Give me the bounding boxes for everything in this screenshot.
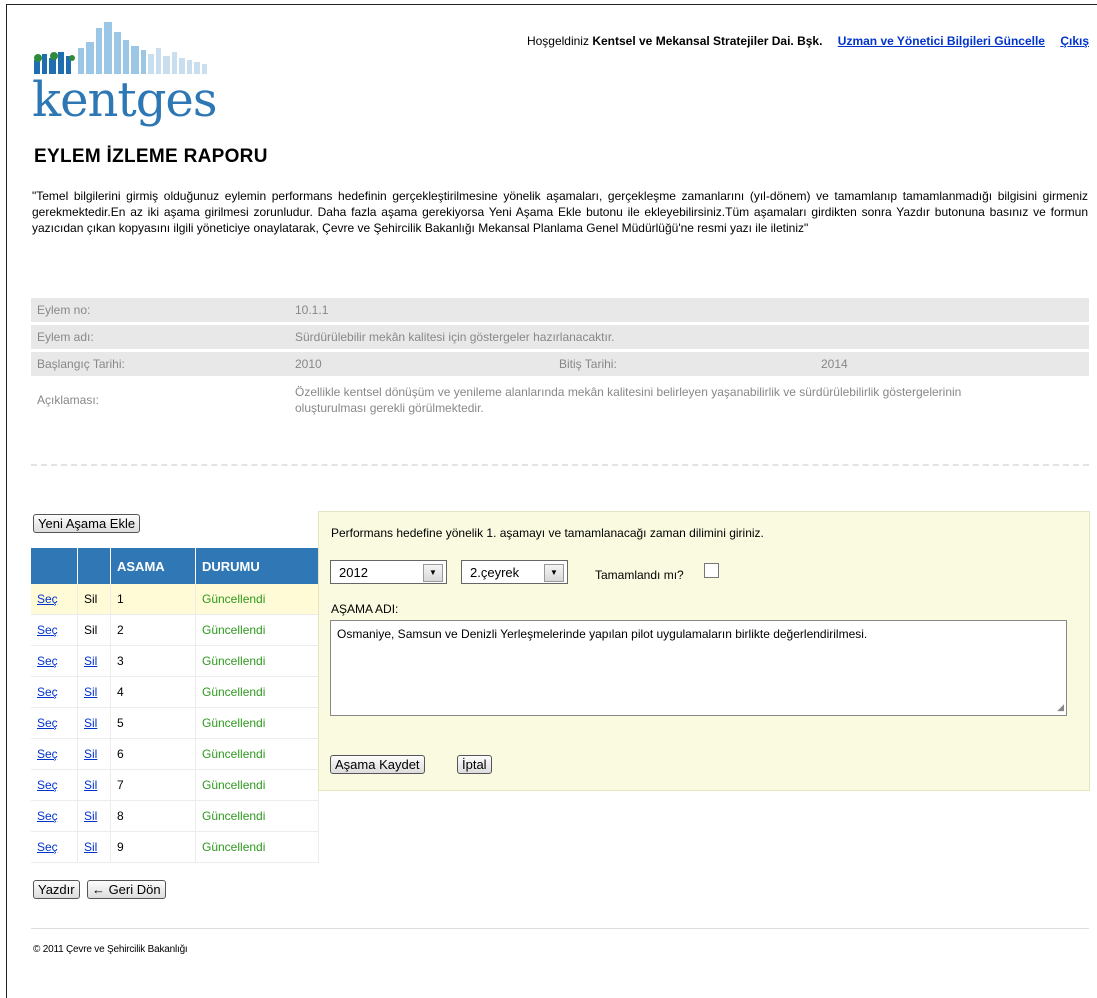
stage-number: 4 <box>110 676 196 708</box>
chevron-down-icon: ▼ <box>544 564 564 582</box>
user-name: Kentsel ve Mekansal Stratejiler Dai. Bşk… <box>592 34 823 48</box>
stage-number: 2 <box>110 614 196 646</box>
stage-number: 9 <box>110 831 196 863</box>
action-name-value: Sürdürülebilir mekân kalitesi için göste… <box>289 325 1089 349</box>
cancel-button[interactable]: İptal <box>457 755 492 774</box>
action-name-label: Eylem adı: <box>31 325 289 349</box>
delete-stage-link[interactable]: Sil <box>84 809 97 823</box>
stage-name-text: Osmaniye, Samsun ve Denizli Yerleşmeleri… <box>337 627 868 641</box>
stage-status: Güncellendi <box>195 800 319 832</box>
add-stage-button[interactable]: Yeni Aşama Ekle <box>33 514 141 533</box>
table-row: Seç Sil 8 Güncellendi <box>31 800 319 832</box>
select-stage-link[interactable]: Seç <box>37 809 58 823</box>
logo-text: kentges <box>32 72 217 128</box>
stage-form-panel: Performans hedefine yönelik 1. aşamayı v… <box>318 511 1090 791</box>
completed-checkbox[interactable] <box>704 563 719 578</box>
stage-number: 5 <box>110 707 196 739</box>
stage-status: Güncellendi <box>195 707 319 739</box>
select-stage-link[interactable]: Seç <box>37 592 58 606</box>
logout-link[interactable]: Çıkış <box>1060 34 1089 48</box>
stage-status: Güncellendi <box>195 769 319 801</box>
delete-stage-link[interactable]: Sil <box>84 685 97 699</box>
back-button[interactable]: ← Geri Dön <box>86 880 166 899</box>
end-date-value: 2014 <box>815 352 1089 376</box>
delete-stage-link[interactable]: Sil <box>84 840 97 854</box>
delete-stage-link[interactable]: Sil <box>84 654 97 668</box>
col-select <box>31 548 78 584</box>
header-bar: Hoşgeldiniz Kentsel ve Mekansal Strateji… <box>527 34 1089 48</box>
select-stage-link[interactable]: Seç <box>37 654 58 668</box>
year-select-value: 2012 <box>339 565 368 580</box>
form-hint: Performans hedefine yönelik 1. aşamayı v… <box>331 526 764 540</box>
stage-number: 8 <box>110 800 196 832</box>
stage-status: Güncellendi <box>195 584 319 615</box>
table-row: Seç Sil 1 Güncellendi <box>31 584 319 615</box>
chevron-down-icon: ▼ <box>423 564 443 582</box>
stage-number: 1 <box>110 584 196 615</box>
stage-name-label: AŞAMA ADI: <box>331 602 399 616</box>
delete-stage-link[interactable]: Sil <box>84 716 97 730</box>
select-stage-link[interactable]: Seç <box>37 623 58 637</box>
stage-status: Güncellendi <box>195 614 319 646</box>
footer-copyright: © 2011 Çevre ve Şehircilik Bakanlığı <box>33 944 188 955</box>
quarter-select[interactable]: 2.çeyrek ▼ <box>461 560 568 584</box>
stage-number: 3 <box>110 645 196 677</box>
description-value: Özellikle kentsel dönüşüm ve yenileme al… <box>295 385 962 415</box>
save-stage-button[interactable]: Aşama Kaydet <box>330 755 425 774</box>
table-row: Seç Sil 7 Güncellendi <box>31 769 319 801</box>
resize-handle-icon[interactable]: ◢ <box>1057 702 1064 713</box>
action-info-table: Eylem no: 10.1.1 Eylem adı: Sürdürülebil… <box>31 295 1089 424</box>
stage-name-textarea[interactable]: Osmaniye, Samsun ve Denizli Yerleşmeleri… <box>330 620 1067 716</box>
delete-stage-link[interactable]: Sil <box>84 747 97 761</box>
stage-status: Güncellendi <box>195 738 319 770</box>
select-stage-link[interactable]: Seç <box>37 685 58 699</box>
table-row: Seç Sil 6 Güncellendi <box>31 738 319 770</box>
col-stage-header: ASAMA <box>110 548 196 584</box>
completed-label: Tamamlandı mı? <box>595 568 684 582</box>
select-stage-link[interactable]: Seç <box>37 716 58 730</box>
table-row: Seç Sil 2 Güncellendi <box>31 614 319 646</box>
col-status-header: DURUMU <box>195 548 319 584</box>
table-row: Seç Sil 9 Güncellendi <box>31 831 319 863</box>
quarter-select-value: 2.çeyrek <box>470 565 520 580</box>
stage-status: Güncellendi <box>195 676 319 708</box>
stage-number: 6 <box>110 738 196 770</box>
start-date-value: 2010 <box>289 352 553 376</box>
select-stage-link[interactable]: Seç <box>37 778 58 792</box>
start-date-label: Başlangıç Tarihi: <box>31 352 289 376</box>
page-title: EYLEM İZLEME RAPORU <box>34 146 268 167</box>
stage-status: Güncellendi <box>195 645 319 677</box>
update-profile-link[interactable]: Uzman ve Yönetici Bilgileri Güncelle <box>838 34 1045 48</box>
table-row: Seç Sil 5 Güncellendi <box>31 707 319 739</box>
delete-stage-disabled: Sil <box>84 592 98 606</box>
year-select[interactable]: 2012 ▼ <box>330 560 447 584</box>
bottom-actions: Yazdır ← Geri Dön <box>33 880 170 899</box>
select-stage-link[interactable]: Seç <box>37 747 58 761</box>
stage-number: 7 <box>110 769 196 801</box>
divider <box>31 464 1089 466</box>
table-row: Seç Sil 3 Güncellendi <box>31 645 319 677</box>
action-no-value: 10.1.1 <box>289 298 1089 322</box>
delete-stage-link[interactable]: Sil <box>84 778 97 792</box>
action-no-label: Eylem no: <box>31 298 289 322</box>
table-row: Seç Sil 4 Güncellendi <box>31 676 319 708</box>
city-skyline-icon <box>34 22 207 74</box>
intro-text: "Temel bilgilerini girmiş olduğunuz eyle… <box>32 189 1088 235</box>
stage-status: Güncellendi <box>195 831 319 863</box>
welcome-text: Hoşgeldiniz <box>526 34 589 48</box>
stages-body: Seç Sil 1 Güncellendi Seç Sil 2 Güncellendi Seç S… <box>31 584 319 863</box>
delete-stage-disabled: Sil <box>84 623 98 637</box>
stages-table: ASAMA DURUMU Seç Sil 1 Güncellendi Seç Sil 2 Gü… <box>31 548 319 863</box>
select-stage-link[interactable]: Seç <box>37 840 58 854</box>
print-button[interactable]: Yazdır <box>33 880 80 899</box>
col-delete <box>77 548 111 584</box>
description-label: Açıklaması: <box>37 393 100 407</box>
end-date-label: Bitiş Tarihi: <box>553 352 815 376</box>
footer-divider <box>31 928 1089 929</box>
